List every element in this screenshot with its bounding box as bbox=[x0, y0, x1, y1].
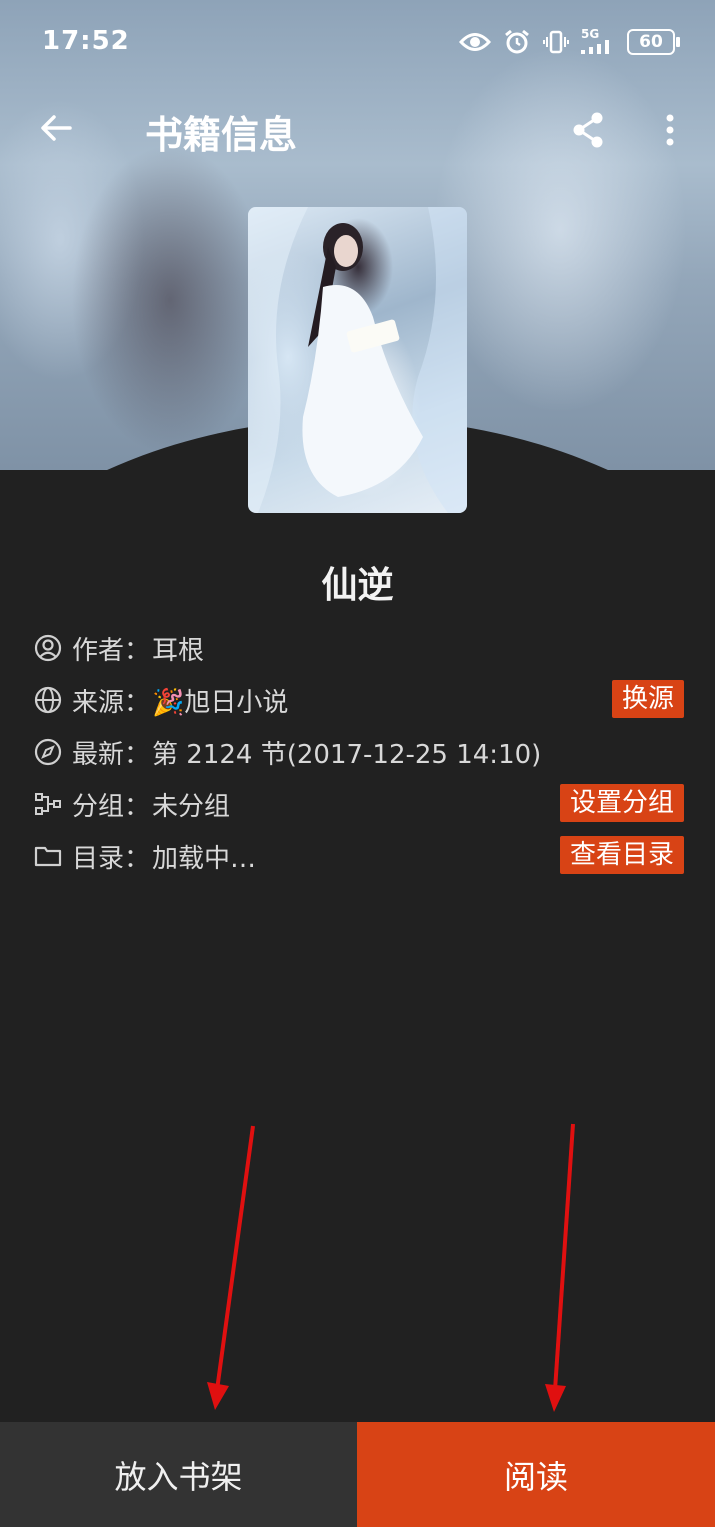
author-value: 耳根 bbox=[152, 635, 205, 666]
vibrate-icon bbox=[543, 30, 569, 54]
group-label: 分组： bbox=[72, 791, 151, 822]
add-to-shelf-button[interactable]: 放入书架 bbox=[0, 1422, 357, 1527]
change-source-button[interactable]: 换源 bbox=[611, 680, 684, 718]
latest-label: 最新： bbox=[72, 739, 151, 770]
book-cover-image[interactable] bbox=[248, 207, 467, 513]
page-title: 书籍信息 bbox=[145, 113, 298, 157]
group-icon bbox=[35, 793, 61, 815]
annotation-arrow-left bbox=[207, 1125, 255, 1410]
view-toc-button[interactable]: 查看目录 bbox=[559, 836, 684, 874]
user-circle-icon bbox=[34, 634, 62, 662]
status-bar: 17:52 5G 60 bbox=[0, 0, 715, 84]
toc-label: 目录： bbox=[72, 843, 151, 874]
latest-value: 第 2124 节(2017-12-25 14:10) bbox=[152, 739, 542, 770]
status-icons: 5G 60 bbox=[459, 28, 680, 56]
status-time: 17:52 bbox=[42, 26, 130, 56]
signal-5g-icon: 5G bbox=[581, 28, 615, 56]
alarm-icon bbox=[505, 29, 529, 54]
battery-icon: 60 bbox=[627, 29, 680, 55]
book-title: 仙逆 bbox=[321, 565, 394, 606]
toc-row: 目录： 加载中… 查看目录 bbox=[34, 836, 684, 876]
top-app-bar: 书籍信息 bbox=[0, 84, 715, 176]
source-row: 来源： 🎉旭日小说 换源 bbox=[34, 680, 684, 720]
author-label: 作者： bbox=[72, 635, 151, 666]
toc-value: 加载中… bbox=[152, 843, 257, 874]
source-value: 🎉旭日小说 bbox=[152, 687, 289, 718]
eye-icon bbox=[459, 33, 491, 51]
source-label: 来源： bbox=[72, 687, 151, 718]
group-row: 分组： 未分组 设置分组 bbox=[34, 784, 684, 824]
latest-row: 最新： 第 2124 节(2017-12-25 14:10) bbox=[34, 732, 684, 772]
compass-icon bbox=[34, 738, 62, 766]
read-button[interactable]: 阅读 bbox=[357, 1422, 715, 1527]
share-icon[interactable] bbox=[570, 110, 606, 150]
annotation-arrow-right bbox=[545, 1123, 575, 1412]
more-options-icon[interactable] bbox=[660, 110, 680, 150]
set-group-button[interactable]: 设置分组 bbox=[559, 784, 684, 822]
folder-icon bbox=[34, 846, 62, 867]
group-value: 未分组 bbox=[152, 791, 231, 822]
back-arrow-icon[interactable] bbox=[36, 108, 76, 148]
author-row: 作者： 耳根 bbox=[34, 628, 684, 668]
network-type: 5G bbox=[581, 27, 600, 41]
globe-icon bbox=[34, 686, 62, 714]
bottom-action-bar: 放入书架 阅读 bbox=[0, 1422, 715, 1527]
